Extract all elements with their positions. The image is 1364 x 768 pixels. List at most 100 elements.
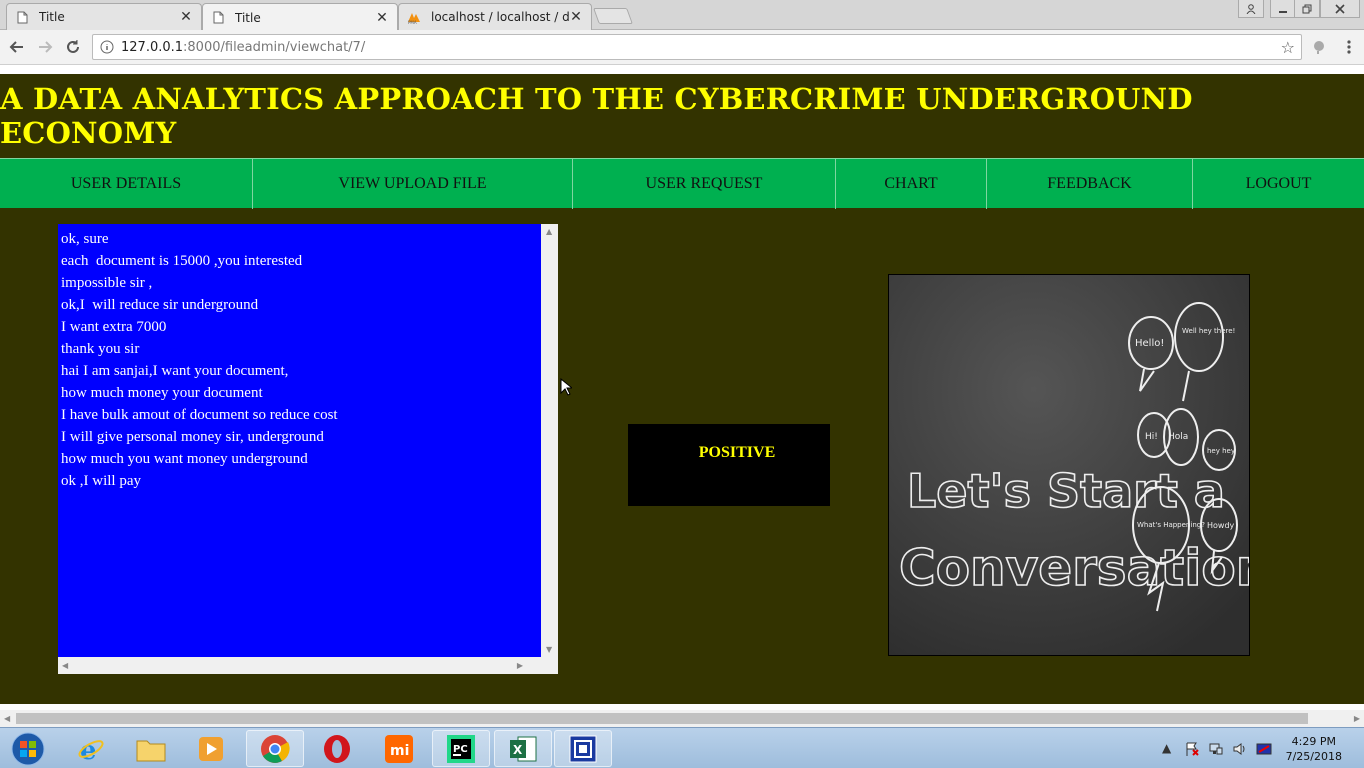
site-header: A DATA ANALYTICS APPROACH TO THE CYBERCR… (0, 74, 1364, 158)
internet-explorer-icon[interactable]: e (62, 730, 120, 767)
bubble-text: What's Happening? (1137, 521, 1205, 529)
url-host: 127.0.0.1 (121, 39, 184, 55)
chat-line: thank you sir (61, 341, 140, 357)
info-icon[interactable] (99, 39, 115, 55)
scrollbar-thumb[interactable] (16, 713, 1308, 724)
main-nav: USER DETAILS VIEW UPLOAD FILE USER REQUE… (0, 158, 1364, 209)
nav-user-request[interactable]: USER REQUEST (573, 159, 836, 209)
profile-icon[interactable] (1238, 0, 1264, 18)
chat-line: each document is 15000 ,you interested (61, 253, 303, 269)
nav-chart[interactable]: CHART (836, 159, 987, 209)
clock-date: 7/25/2018 (1285, 750, 1342, 763)
scroll-left-arrow-icon[interactable]: ◀ (62, 661, 68, 670)
bubble-text: Well hey there! (1182, 327, 1235, 335)
sentiment-label: POSITIVE (698, 444, 776, 461)
tab-strip: Title ✕ Title ✕ PMA localhost / localhos… (0, 0, 1364, 31)
image-caption-line2: Conversation (899, 539, 1250, 597)
scroll-right-arrow-icon[interactable]: ▶ (517, 661, 523, 670)
site-title: A DATA ANALYTICS APPROACH TO THE CYBERCR… (0, 82, 1193, 150)
menu-dots-icon[interactable] (1338, 36, 1360, 58)
chat-line: ok,I will reduce sir underground (61, 297, 259, 313)
opera-icon[interactable] (308, 730, 366, 767)
file-explorer-icon[interactable] (122, 730, 180, 767)
chat-line: hai I am sanjai,I want your document, (61, 363, 289, 379)
reload-icon[interactable] (62, 36, 84, 58)
tab-title: Title (235, 10, 261, 25)
chat-line: how much you want money underground (61, 451, 308, 467)
bubble-text: Hello! (1135, 338, 1164, 349)
chat-textarea[interactable]: ok, sure each document is 15000 ,you int… (58, 224, 558, 674)
restore-icon[interactable] (1294, 0, 1320, 18)
page-icon (15, 10, 29, 24)
chat-log: ok, sure each document is 15000 ,you int… (58, 224, 541, 657)
page-icon (211, 11, 225, 25)
chat-line: ok ,I will pay (61, 473, 141, 489)
chat-line: ok, sure (61, 231, 109, 247)
start-orb-icon[interactable] (0, 730, 56, 767)
tab-title: localhost / localhost / da (431, 10, 569, 24)
scroll-left-arrow-icon[interactable]: ◀ (4, 714, 10, 723)
network-icon[interactable] (1208, 741, 1224, 760)
tab-title: Title (39, 10, 65, 24)
image-caption-line1: Let's Start a (907, 464, 1225, 518)
chat-vertical-scrollbar[interactable]: ▲ ▼ (541, 224, 558, 657)
close-window-icon[interactable] (1320, 0, 1360, 18)
clock-time: 4:29 PM (1291, 735, 1336, 748)
pycharm-icon[interactable]: PC (432, 730, 490, 767)
tab-2[interactable]: Title ✕ (202, 3, 398, 31)
svg-text:mi: mi (390, 743, 409, 759)
chalkboard-illustration: Let's Start a Conversation Hello! Well h… (889, 275, 1250, 655)
excel-icon[interactable]: X (494, 730, 552, 767)
volume-icon[interactable] (1232, 741, 1248, 760)
mouse-cursor-icon (560, 377, 574, 399)
chat-line: I want extra 7000 (61, 319, 167, 335)
minimize-icon[interactable] (1270, 0, 1296, 18)
chat-line: how much money your document (61, 385, 263, 401)
close-icon[interactable]: ✕ (179, 9, 193, 25)
nav-view-upload-file[interactable]: VIEW UPLOAD FILE (253, 159, 573, 209)
bubble-text: Hi! (1145, 432, 1158, 442)
chrome-icon[interactable] (246, 730, 304, 767)
nav-feedback[interactable]: FEEDBACK (987, 159, 1193, 209)
tab-1[interactable]: Title ✕ (6, 3, 202, 30)
close-icon[interactable]: ✕ (569, 9, 583, 25)
action-center-flag-icon[interactable] (1184, 741, 1200, 760)
close-icon[interactable]: ✕ (375, 10, 389, 26)
extension-icon[interactable] (1308, 36, 1330, 58)
new-tab-button[interactable] (593, 8, 633, 24)
phpmyadmin-icon: PMA (407, 10, 421, 24)
bubble-text: Hola (1168, 432, 1188, 442)
nav-user-details[interactable]: USER DETAILS (0, 159, 253, 209)
page-body: A DATA ANALYTICS APPROACH TO THE CYBERCR… (0, 74, 1364, 704)
remote-desktop-icon[interactable] (554, 730, 612, 767)
svg-text:PC: PC (453, 744, 468, 755)
conversation-image: Let's Start a Conversation Hello! Well h… (888, 274, 1250, 656)
bubble-text: hey hey (1207, 447, 1235, 455)
scroll-right-arrow-icon[interactable]: ▶ (1354, 714, 1360, 723)
windows-taskbar: e mi PC X ▲ 4:29 PM 7/25/2018 (0, 727, 1364, 768)
battery-icon[interactable] (1256, 741, 1272, 760)
address-bar[interactable]: 127.0.0.1:8000/fileadmin/viewchat/7/ ☆ (92, 34, 1302, 60)
chat-horizontal-scrollbar[interactable]: ◀ ▶ (58, 657, 541, 674)
url-path: :8000/fileadmin/viewchat/7/ (183, 39, 366, 55)
browser-toolbar: 127.0.0.1:8000/fileadmin/viewchat/7/ ☆ (0, 30, 1364, 65)
chat-line: I will give personal money sir, undergro… (61, 429, 324, 445)
sentiment-result-box: POSITIVE (628, 424, 830, 506)
show-hidden-icons-icon[interactable]: ▲ (1162, 741, 1171, 755)
svg-text:PMA: PMA (408, 20, 417, 24)
scroll-down-arrow-icon[interactable]: ▼ (546, 645, 552, 654)
media-player-icon[interactable] (182, 730, 240, 767)
bubble-text: Howdy (1207, 521, 1235, 530)
mi-icon[interactable]: mi (370, 730, 428, 767)
chat-line: I have bulk amout of document so reduce … (61, 407, 338, 423)
system-clock[interactable]: 4:29 PM 7/25/2018 (1286, 734, 1342, 764)
back-icon[interactable] (6, 36, 28, 58)
chat-line: impossible sir , (61, 275, 153, 291)
page-horizontal-scrollbar[interactable]: ◀ ▶ (0, 710, 1364, 727)
scroll-up-arrow-icon[interactable]: ▲ (546, 227, 552, 236)
nav-logout[interactable]: LOGOUT (1193, 159, 1364, 209)
tab-3[interactable]: PMA localhost / localhost / da ✕ (398, 3, 592, 30)
svg-text:X: X (513, 743, 523, 757)
bookmark-star-icon[interactable]: ☆ (1281, 38, 1295, 57)
forward-icon[interactable] (34, 36, 56, 58)
